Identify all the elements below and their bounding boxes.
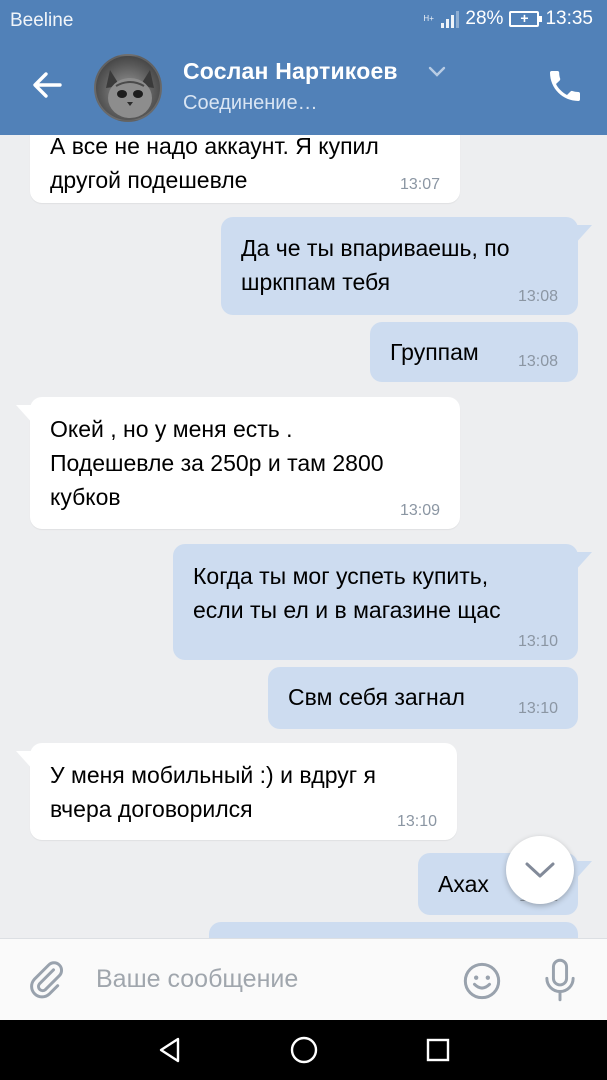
message-input[interactable] <box>96 957 436 1001</box>
smiley-icon <box>463 962 501 1000</box>
message-time: 13:09 <box>399 502 440 519</box>
message-bubble-outgoing[interactable]: Когда ты мог успеть купить, если ты ел и… <box>173 544 592 660</box>
paperclip-icon <box>30 961 64 999</box>
bubble-tail <box>574 861 592 881</box>
chevron-down-icon[interactable] <box>428 66 446 78</box>
square-recents-icon <box>426 1038 450 1062</box>
chat-toolbar: Сослан Нартикоев Соединение… <box>0 40 607 135</box>
scroll-to-bottom-button[interactable] <box>506 836 574 904</box>
message-list[interactable]: А все не надо аккаунт. Я купил другой по… <box>0 135 607 938</box>
message-bubble-outgoing[interactable]: Группам 13:08 <box>370 322 578 382</box>
message-bubble-outgoing[interactable]: Да че ты впариваешь, по шркппам тебя 13:… <box>221 217 592 315</box>
message-bubble-incoming[interactable]: Окей , но у меня есть . Подешевле за 250… <box>16 397 460 529</box>
message-text: Окей , но у меня есть . Подешевле за 250… <box>50 416 384 510</box>
message-time: 13:07 <box>399 176 440 193</box>
status-bar: Beeline H+ 28% + 13:35 <box>0 0 607 40</box>
bubble-tail <box>16 751 34 771</box>
phone-icon <box>550 71 580 101</box>
contact-avatar[interactable] <box>94 54 162 122</box>
circle-home-icon <box>290 1036 318 1064</box>
nav-recents-button[interactable] <box>418 1032 458 1068</box>
chevron-down-icon <box>525 862 555 878</box>
message-bubble-incoming[interactable]: А все не надо аккаунт. Я купил другой по… <box>30 135 460 203</box>
emoji-button[interactable] <box>462 961 502 1001</box>
message-bubble-outgoing[interactable]: Свм себя загнал 13:10 <box>268 667 578 729</box>
microphone-icon <box>545 958 575 1002</box>
message-bubble-incoming[interactable]: У меня мобильный :) и вдруг я вчера дого… <box>16 743 457 840</box>
message-time: 13:10 <box>396 813 437 830</box>
contact-name[interactable]: Сослан Нартикоев <box>183 58 398 85</box>
network-type-icon: H+ <box>423 14 434 23</box>
nav-back-button[interactable] <box>150 1032 190 1068</box>
back-button[interactable] <box>22 60 72 110</box>
battery-percent: 28% <box>465 8 504 29</box>
bubble-tail <box>574 225 592 245</box>
carrier-name: Beeline <box>10 10 74 31</box>
voice-message-button[interactable] <box>540 957 580 1003</box>
message-time: 13:08 <box>517 288 558 305</box>
triangle-back-icon <box>159 1037 180 1063</box>
message-text: Да че ты впариваешь, по шркппам тебя <box>241 235 510 295</box>
battery-icon: + <box>509 11 543 27</box>
bubble-tail <box>574 552 592 572</box>
message-text: А все не надо аккаунт. Я купил другой по… <box>50 135 379 193</box>
cat-avatar-image <box>106 70 154 118</box>
call-button[interactable] <box>545 66 585 106</box>
status-time: 13:35 <box>545 8 593 29</box>
status-indicators: H+ 28% + 13:35 <box>423 8 593 30</box>
arrow-left-icon <box>33 72 62 98</box>
message-time: 13:08 <box>517 353 558 370</box>
bubble-tail <box>16 405 34 425</box>
system-navigation-bar <box>0 1020 607 1080</box>
message-time: 13:10 <box>517 700 558 717</box>
message-text: У меня мобильный :) и вдруг я вчера дого… <box>50 762 376 822</box>
app-header: Beeline H+ 28% + 13:35 Сослан Нартикоев … <box>0 0 607 135</box>
signal-strength-icon <box>441 10 460 28</box>
attach-button[interactable] <box>26 959 66 999</box>
nav-home-button[interactable] <box>284 1032 324 1068</box>
message-time: 13:10 <box>517 633 558 650</box>
connection-status: Соединение… <box>183 92 318 114</box>
message-bubble-outgoing[interactable] <box>209 922 578 938</box>
message-composer <box>0 938 607 1020</box>
message-text: Когда ты мог успеть купить, если ты ел и… <box>193 563 501 623</box>
